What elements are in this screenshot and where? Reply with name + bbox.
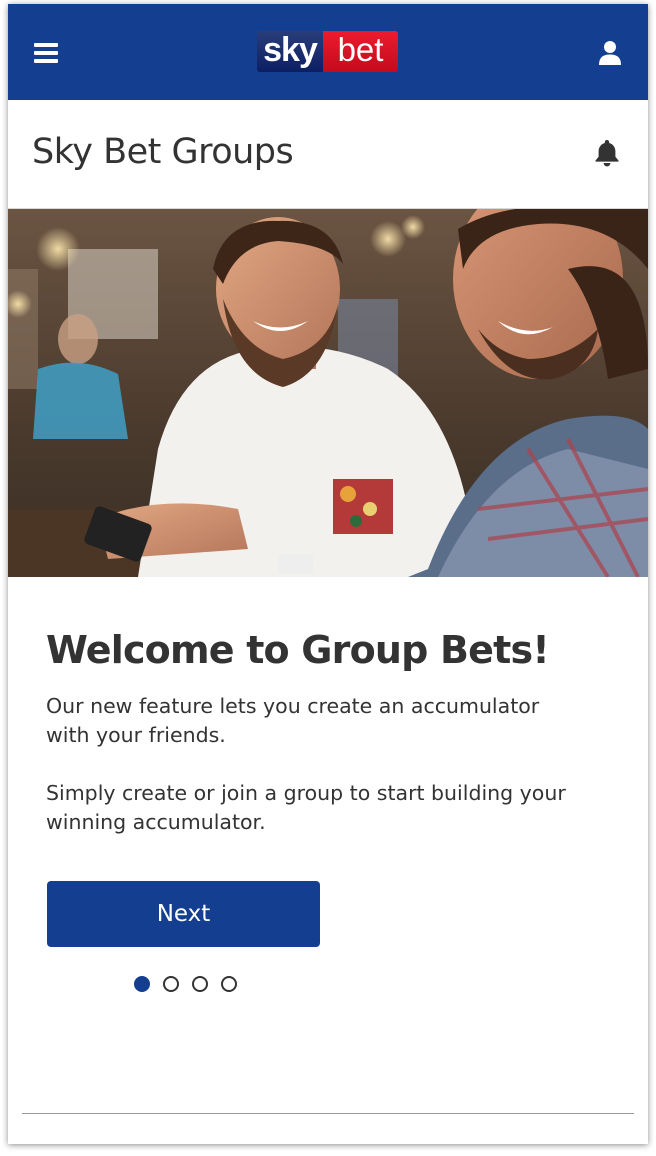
logo-sky: sky: [257, 31, 323, 72]
sub-header: Sky Bet Groups: [8, 100, 648, 209]
top-bar: sky bet: [8, 4, 648, 100]
next-button[interactable]: Next: [47, 881, 320, 947]
pagination-dot-4[interactable]: [221, 976, 237, 992]
logo-bet: bet: [323, 31, 398, 72]
page-title: Sky Bet Groups: [32, 132, 294, 172]
pagination-dot-2[interactable]: [163, 976, 179, 992]
footer-divider: [22, 1113, 634, 1114]
hero-image: [8, 209, 648, 577]
user-icon[interactable]: [598, 40, 622, 66]
instructions-paragraph: Simply create or join a group to start b…: [46, 781, 566, 834]
sky-bet-logo[interactable]: sky bet: [257, 31, 398, 72]
welcome-content: Welcome to Group Bets! Our new feature l…: [46, 622, 606, 837]
pagination-dots: [134, 976, 237, 992]
app-screen: sky bet Sky Bet Groups Welcome to Group …: [8, 4, 648, 1144]
pagination-dot-1[interactable]: [134, 976, 150, 992]
pagination-dot-3[interactable]: [192, 976, 208, 992]
welcome-heading: Welcome to Group Bets!: [46, 628, 550, 672]
menu-icon[interactable]: [34, 40, 60, 66]
intro-paragraph: Our new feature lets you create an accum…: [46, 694, 540, 747]
bell-icon[interactable]: [592, 138, 622, 168]
